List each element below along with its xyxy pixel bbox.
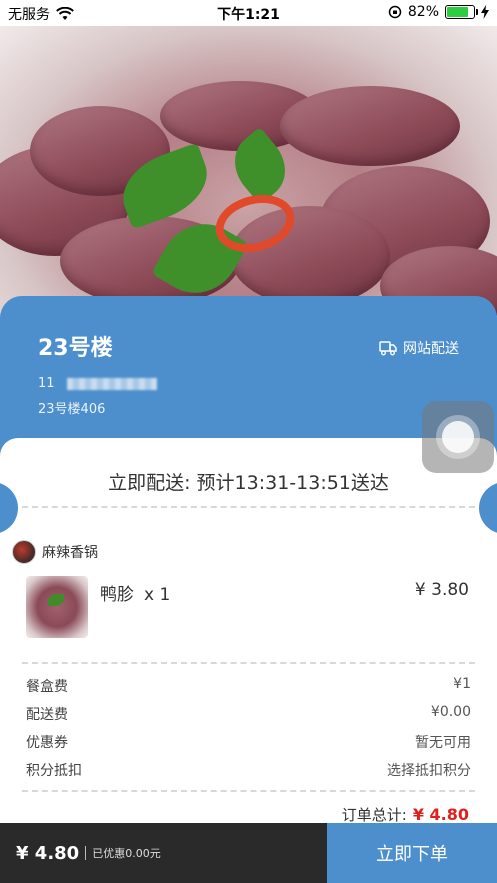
fee-row-delivery: 配送费 ¥0.00 xyxy=(26,704,471,724)
status-right: 82% xyxy=(388,4,489,20)
divider xyxy=(22,790,475,792)
contact-name: 11 xyxy=(38,376,55,391)
shop-header: 麻辣香锅 xyxy=(12,540,98,564)
checkout-bar: ¥ 4.80 已优惠0.00元 立即下单 xyxy=(0,823,497,883)
fee-row-box: 餐盒费 ¥1 xyxy=(26,676,471,696)
charging-icon xyxy=(481,5,489,19)
points-value[interactable]: 选择抵扣积分 xyxy=(387,760,471,780)
assistive-touch-button[interactable] xyxy=(422,401,494,473)
delivery-address: 23号楼406 xyxy=(38,402,106,417)
thumb-garnish xyxy=(48,594,64,606)
coupon-label: 优惠券 xyxy=(26,735,68,751)
building-name: 23号楼 xyxy=(38,336,113,361)
status-bar: 无服务 下午1:21 82% xyxy=(0,0,497,26)
order-total-value: ¥ 4.80 xyxy=(412,805,469,824)
fee-row-points[interactable]: 积分抵扣 选择抵扣积分 xyxy=(26,760,471,780)
delivery-mode-label: 网站配送 xyxy=(403,341,459,357)
divider xyxy=(22,662,475,664)
checkout-price: ¥ 4.80 xyxy=(16,842,80,864)
item-thumbnail xyxy=(26,576,88,638)
order-total: 订单总计: ¥ 4.80 xyxy=(342,804,469,825)
fee-row-coupon[interactable]: 优惠券 暂无可用 xyxy=(26,732,471,752)
delivery-eta: 立即配送: 预计13:31-13:51送达 xyxy=(108,472,389,494)
item-name: 鸭胗 x 1 xyxy=(100,580,170,605)
assistive-ring-inner xyxy=(442,421,474,453)
box-fee-label: 餐盒费 xyxy=(26,679,68,695)
item-quantity: x 1 xyxy=(144,585,171,605)
food-slice xyxy=(280,86,460,166)
points-label: 积分抵扣 xyxy=(26,763,82,779)
checkout-separator xyxy=(85,846,87,860)
divider xyxy=(22,506,475,508)
battery-percent: 82% xyxy=(407,4,439,20)
place-order-button[interactable]: 立即下单 xyxy=(327,823,497,883)
orientation-lock-icon xyxy=(388,5,402,19)
masked-phone xyxy=(66,377,157,390)
delivery-fee-label: 配送费 xyxy=(26,707,68,723)
truck-icon xyxy=(379,341,397,356)
delivery-mode: 网站配送 xyxy=(379,338,459,358)
shop-name: 麻辣香锅 xyxy=(42,545,98,561)
battery-fill xyxy=(447,7,469,17)
item-title: 鸭胗 xyxy=(100,585,134,605)
delivery-fee-value: ¥0.00 xyxy=(430,704,471,720)
hero-food-image xyxy=(0,26,497,326)
order-total-label: 订单总计: xyxy=(341,806,407,824)
battery-icon xyxy=(445,5,478,19)
item-price: ¥ 3.80 xyxy=(414,580,469,600)
contact-line: 11 xyxy=(38,376,157,391)
checkout-summary: ¥ 4.80 已优惠0.00元 xyxy=(0,823,327,883)
box-fee-value: ¥1 xyxy=(453,676,471,692)
checkout-discount: 已优惠0.00元 xyxy=(92,847,161,860)
shop-avatar xyxy=(12,540,36,564)
coupon-value[interactable]: 暂无可用 xyxy=(415,732,471,752)
